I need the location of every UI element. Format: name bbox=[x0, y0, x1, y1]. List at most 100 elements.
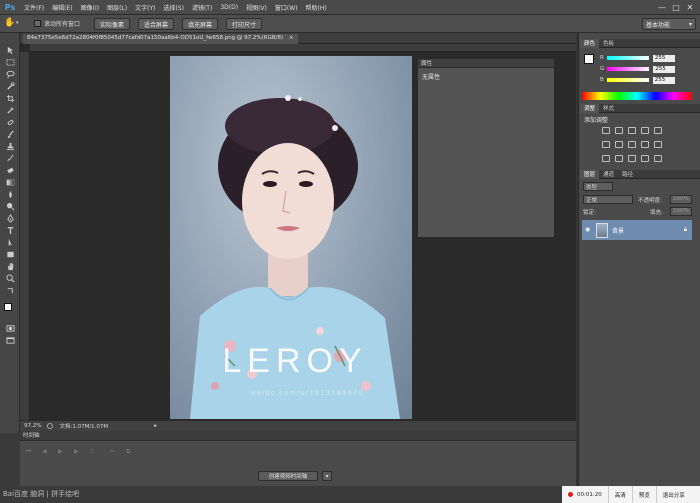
dodge-tool-icon[interactable] bbox=[4, 201, 16, 211]
menu-layer[interactable]: 图层(L) bbox=[103, 3, 131, 12]
fit-screen-button[interactable]: 适合屏幕 bbox=[138, 18, 174, 30]
menu-image[interactable]: 图像(I) bbox=[77, 3, 103, 12]
document-tab[interactable]: 84e7375e5e6d72a2804f0f85045d77cafd07a150… bbox=[23, 34, 298, 44]
pen-tool-icon[interactable] bbox=[4, 213, 16, 223]
split-icon[interactable]: ✂ bbox=[110, 448, 118, 456]
clone-stamp-tool-icon[interactable] bbox=[4, 141, 16, 151]
green-channel-value[interactable]: 255 bbox=[653, 65, 676, 73]
layer-kind-filter[interactable]: 类型 bbox=[583, 182, 613, 191]
actual-pixels-button[interactable]: 实际像素 bbox=[94, 18, 130, 30]
status-arrow-icon[interactable]: ▸ bbox=[154, 423, 157, 429]
previous-frame-icon[interactable]: ◀ bbox=[42, 448, 50, 456]
timeline-header[interactable]: 时间轴 bbox=[20, 431, 576, 441]
blur-tool-icon[interactable] bbox=[4, 189, 16, 199]
blend-mode-dropdown[interactable]: 正常 bbox=[583, 195, 633, 204]
preview-button[interactable]: 预览 bbox=[631, 486, 656, 503]
exposure-icon[interactable] bbox=[641, 127, 649, 134]
menu-window[interactable]: 窗口(W) bbox=[271, 3, 302, 12]
gradient-map-icon[interactable] bbox=[654, 155, 662, 162]
black-white-icon[interactable] bbox=[628, 141, 636, 148]
marquee-tool-icon[interactable] bbox=[4, 57, 16, 67]
menu-help[interactable]: 帮助(H) bbox=[302, 3, 331, 12]
green-channel-slider[interactable] bbox=[607, 67, 650, 71]
tab-swatches[interactable]: 色板 bbox=[599, 39, 618, 47]
healing-brush-tool-icon[interactable] bbox=[4, 117, 16, 127]
next-frame-icon[interactable]: ▶ bbox=[74, 448, 82, 456]
screen-mode-icon[interactable] bbox=[4, 335, 16, 345]
invert-icon[interactable] bbox=[602, 155, 610, 162]
print-size-button[interactable]: 打印尺寸 bbox=[226, 18, 262, 30]
brightness-contrast-icon[interactable] bbox=[602, 127, 610, 134]
maximize-button[interactable]: □ bbox=[670, 1, 682, 13]
quick-mask-icon[interactable] bbox=[4, 323, 16, 333]
opacity-input[interactable]: 100% bbox=[670, 195, 692, 204]
photo-filter-icon[interactable] bbox=[641, 141, 649, 148]
history-brush-tool-icon[interactable] bbox=[4, 153, 16, 163]
lasso-tool-icon[interactable] bbox=[4, 69, 16, 79]
scroll-all-checkbox[interactable] bbox=[34, 20, 41, 27]
foreground-color-preview[interactable] bbox=[584, 54, 594, 64]
blue-channel-slider[interactable] bbox=[606, 78, 649, 82]
hand-tool-icon[interactable] bbox=[4, 261, 16, 271]
levels-icon[interactable] bbox=[615, 127, 623, 134]
menu-view[interactable]: 视图(V) bbox=[242, 3, 271, 12]
posterize-icon[interactable] bbox=[615, 155, 623, 162]
type-tool-icon[interactable] bbox=[4, 225, 16, 235]
blue-channel-value[interactable]: 255 bbox=[652, 76, 675, 84]
red-channel-slider[interactable] bbox=[606, 56, 649, 60]
go-to-start-icon[interactable]: ⏮ bbox=[26, 448, 34, 456]
eraser-tool-icon[interactable] bbox=[4, 165, 16, 175]
quality-button[interactable]: 高清 bbox=[607, 486, 632, 503]
tab-adjustments[interactable]: 调整 bbox=[580, 103, 600, 113]
properties-panel-header[interactable]: 属性 bbox=[418, 59, 554, 68]
create-video-timeline-button[interactable]: 创建视频时间轴 bbox=[258, 471, 318, 481]
timeline-mode-dropdown[interactable]: ▾ bbox=[322, 471, 332, 481]
play-icon[interactable]: ▶ bbox=[58, 448, 66, 456]
tab-layers[interactable]: 图层 bbox=[580, 169, 600, 179]
gradient-tool-icon[interactable] bbox=[4, 177, 16, 187]
color-balance-icon[interactable] bbox=[615, 141, 623, 148]
menu-select[interactable]: 选择(S) bbox=[159, 3, 188, 12]
zoom-level[interactable]: 97.2% bbox=[20, 423, 47, 429]
tab-styles[interactable]: 样式 bbox=[599, 104, 618, 112]
color-spectrum-bar[interactable] bbox=[582, 92, 692, 100]
exit-share-button[interactable]: 退出分享 bbox=[655, 486, 691, 503]
fill-input[interactable]: 100% bbox=[670, 207, 692, 216]
path-select-tool-icon[interactable] bbox=[4, 237, 16, 247]
fill-screen-button[interactable]: 填充屏幕 bbox=[182, 18, 218, 30]
channel-mixer-icon[interactable] bbox=[654, 141, 662, 148]
vibrance-icon[interactable] bbox=[654, 127, 662, 134]
quick-select-tool-icon[interactable] bbox=[4, 81, 16, 91]
audio-icon[interactable]: ♪ bbox=[90, 448, 98, 456]
selective-color-icon[interactable] bbox=[641, 155, 649, 162]
menu-type[interactable]: 文字(Y) bbox=[131, 3, 159, 12]
threshold-icon[interactable] bbox=[628, 155, 636, 162]
tab-paths[interactable]: 路径 bbox=[618, 170, 637, 178]
workspace-dropdown[interactable]: 基本功能 ▾ bbox=[642, 18, 696, 30]
close-window-button[interactable]: ✕ bbox=[684, 1, 696, 13]
hue-saturation-icon[interactable] bbox=[602, 141, 610, 148]
visibility-eye-icon[interactable]: ◉ bbox=[585, 226, 590, 233]
zoom-tool-icon[interactable] bbox=[4, 273, 16, 283]
foreground-color-swatch[interactable] bbox=[4, 303, 12, 311]
eyedropper-tool-icon[interactable] bbox=[4, 105, 16, 115]
crop-tool-icon[interactable] bbox=[4, 93, 16, 103]
tool-preset-chevron-icon[interactable]: ▾ bbox=[16, 20, 19, 26]
layer-row-background[interactable]: ◉ 背景 🔒︎ bbox=[582, 220, 692, 240]
menu-edit[interactable]: 编辑(E) bbox=[48, 3, 76, 12]
move-tool-icon[interactable] bbox=[4, 45, 16, 55]
minimize-button[interactable]: — bbox=[656, 1, 668, 13]
tab-channels[interactable]: 通道 bbox=[599, 170, 618, 178]
close-tab-icon[interactable]: × bbox=[289, 35, 294, 41]
menu-filter[interactable]: 滤镜(T) bbox=[188, 3, 216, 12]
layer-name[interactable]: 背景 bbox=[612, 226, 624, 235]
brush-tool-icon[interactable] bbox=[4, 129, 16, 139]
swap-colors-icon[interactable] bbox=[4, 285, 16, 295]
status-info-icon[interactable] bbox=[47, 423, 54, 429]
menu-3d[interactable]: 3D(D) bbox=[216, 4, 242, 11]
menu-file[interactable]: 文件(F) bbox=[20, 3, 48, 12]
red-channel-value[interactable]: 255 bbox=[652, 54, 675, 62]
hand-tool-icon[interactable]: ✋ bbox=[4, 18, 15, 28]
curves-icon[interactable] bbox=[628, 127, 636, 134]
scroll-all-windows-option[interactable]: 滚动所有窗口 bbox=[34, 19, 80, 28]
